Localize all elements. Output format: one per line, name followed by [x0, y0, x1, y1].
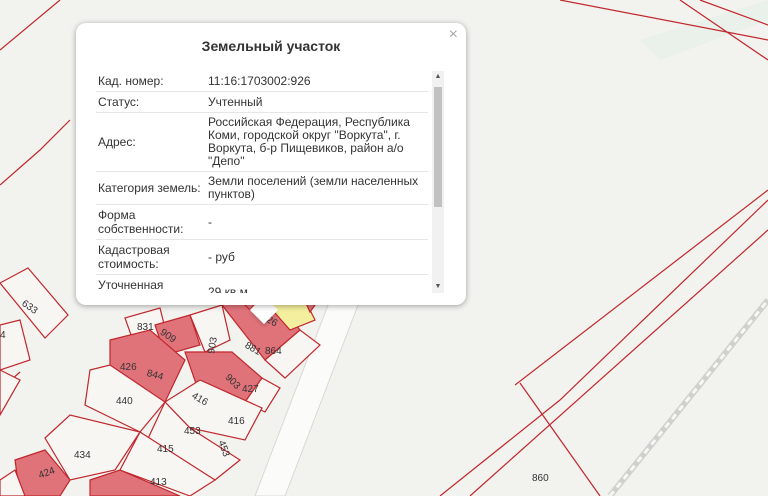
attribute-key: Статус:: [98, 95, 140, 109]
attribute-row: Статус: Учтенный: [96, 92, 428, 113]
attribute-row: Кадастровая стоимость: - руб: [96, 240, 428, 275]
attribute-key: Форма собственности:: [98, 208, 184, 236]
scrollbar-thumb[interactable]: [434, 87, 442, 207]
attribute-value: 29 кв.м: [208, 284, 248, 293]
attribute-value: -: [208, 214, 212, 229]
parcel-label: 864: [265, 346, 282, 357]
attribute-row: Форма собственности: -: [96, 205, 428, 240]
attribute-key: Кад. номер:: [98, 74, 164, 88]
popup-scrollbar[interactable]: ▲ ▼: [432, 71, 444, 293]
attribute-key: Категория земель:: [98, 181, 201, 195]
attribute-key: Уточненная площадь:: [98, 278, 164, 293]
parcel-info-popup: Земельный участок × Кад. номер: 11:16:17…: [76, 23, 466, 305]
parcel-label: 413: [150, 477, 167, 488]
parcel-label: 426: [120, 362, 137, 373]
parcel-label: 427: [242, 384, 259, 395]
scroll-up-arrow-icon[interactable]: ▲: [432, 71, 444, 83]
attribute-value: Земли поселений (земли населенных пункто…: [208, 174, 419, 201]
parcel-label: 453: [184, 426, 201, 437]
parcel-attributes[interactable]: Кад. номер: 11:16:1703002:926 Статус: Уч…: [96, 71, 428, 293]
attribute-key: Адрес:: [98, 135, 136, 149]
popup-title: Земельный участок: [201, 38, 341, 54]
attribute-key: Кадастровая стоимость:: [98, 243, 170, 271]
attribute-row: Кад. номер: 11:16:1703002:926: [96, 71, 428, 92]
parcel-label: 440: [116, 396, 133, 407]
parcel-label: 831: [137, 322, 154, 333]
attribute-value: Российская Федерация, Республика Коми, г…: [208, 115, 410, 168]
parcel-label: 4: [0, 330, 6, 341]
parcel-label: 860: [532, 473, 549, 484]
attribute-value: 11:16:1703002:926: [208, 73, 311, 88]
attribute-value: Учтенный: [208, 94, 263, 109]
close-icon[interactable]: ×: [449, 27, 458, 43]
parcel-label: 415: [157, 444, 174, 455]
parcel-label: 416: [228, 416, 245, 427]
parcel-label: 434: [74, 450, 91, 461]
attribute-value: - руб: [208, 249, 235, 264]
attribute-row: Адрес: Российская Федерация, Республика …: [96, 113, 428, 172]
attribute-row: Уточненная площадь: 29 кв.м: [96, 275, 428, 293]
attribute-row: Категория земель: Земли поселений (земли…: [96, 172, 428, 205]
scroll-down-arrow-icon[interactable]: ▼: [432, 281, 444, 293]
